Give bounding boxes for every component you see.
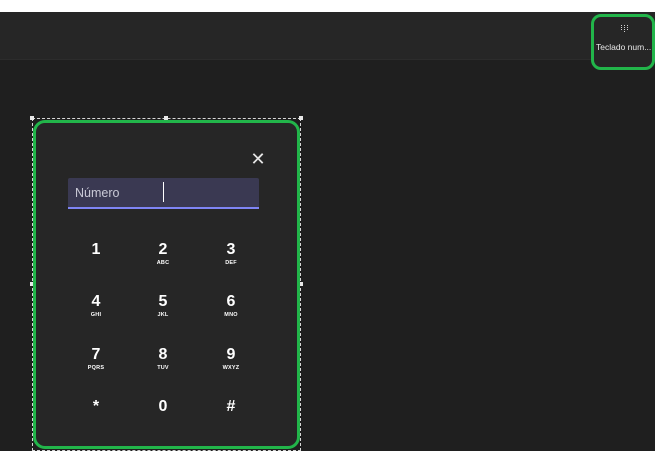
key-letters: WXYZ (222, 365, 240, 371)
key-letters: TUV (157, 365, 169, 371)
key-letters: MNO (224, 312, 238, 318)
key-digit: # (226, 398, 236, 415)
number-input[interactable]: Número (68, 178, 259, 209)
key-letters: JKL (157, 312, 169, 318)
dialpad-toggle-button[interactable]: Teclado num... (591, 14, 655, 70)
key-digit: 9 (226, 346, 236, 363)
key-digit: 7 (91, 346, 101, 363)
toolbar (0, 12, 655, 60)
dialpad-key-6[interactable]: 6 MNO (209, 293, 253, 333)
dialpad-key-star[interactable]: * (74, 398, 118, 438)
key-digit: 6 (226, 293, 236, 310)
key-digit: 0 (158, 398, 168, 415)
text-caret (163, 182, 164, 202)
key-digit: 3 (226, 241, 236, 258)
key-letters: ABC (156, 260, 170, 266)
close-icon[interactable]: ✕ (247, 150, 269, 170)
dialpad-toggle-label: Teclado num... (596, 42, 652, 52)
dialpad-key-3[interactable]: 3 DEF (209, 241, 253, 281)
top-strip (0, 0, 655, 12)
dialpad-key-4[interactable]: 4 GHI (74, 293, 118, 333)
resize-handle[interactable] (299, 116, 303, 120)
dialpad-key-9[interactable]: 9 WXYZ (209, 346, 253, 386)
dialpad-key-2[interactable]: 2 ABC (141, 241, 185, 281)
dialpad-key-1[interactable]: 1 (74, 241, 118, 281)
dialpad-key-0[interactable]: 0 (141, 398, 185, 438)
dialpad-key-7[interactable]: 7 PQRS (74, 346, 118, 386)
key-digit: 2 (158, 241, 168, 258)
number-input-placeholder: Número (75, 186, 120, 200)
key-digit: 4 (91, 293, 101, 310)
key-digit: 1 (91, 241, 101, 258)
dialpad-icon (621, 25, 630, 34)
key-letters: PQRS (87, 365, 105, 371)
key-letters: DEF (225, 260, 237, 266)
dialpad-key-8[interactable]: 8 TUV (141, 346, 185, 386)
key-digit: * (92, 398, 100, 415)
resize-handle[interactable] (30, 116, 34, 120)
key-digit: 5 (158, 293, 168, 310)
dialpad-key-5[interactable]: 5 JKL (141, 293, 185, 333)
key-digit: 8 (158, 346, 168, 363)
key-letters: GHI (90, 312, 102, 318)
dialpad-key-hash[interactable]: # (209, 398, 253, 438)
